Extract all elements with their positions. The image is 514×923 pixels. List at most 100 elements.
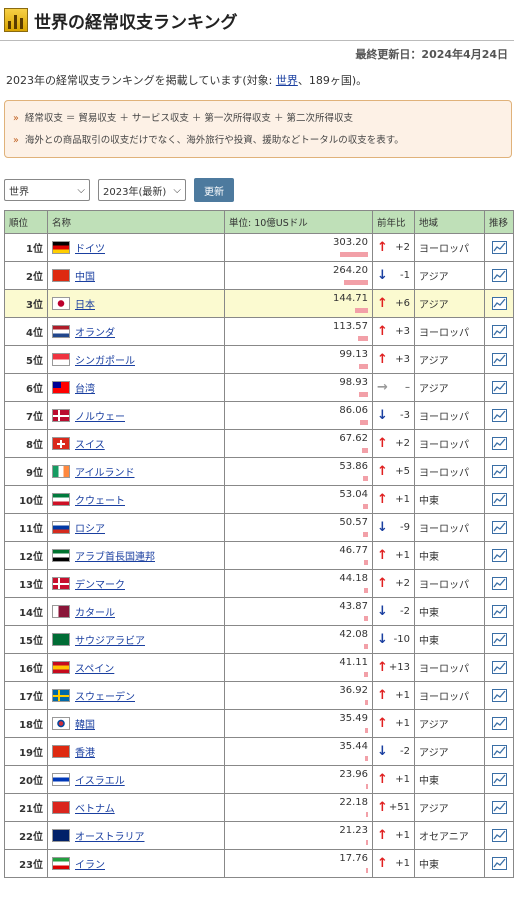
trend-chart-icon[interactable] [491,409,507,422]
flag-icon [52,773,70,786]
trend-chart-icon[interactable] [491,437,507,450]
country-link[interactable]: 日本 [75,300,95,311]
trend-chart-icon[interactable] [491,773,507,786]
change-value: +3 [395,354,410,365]
country-link[interactable]: スイス [75,440,105,451]
change-cell: ↑ +1 [372,849,415,878]
flag-icon [52,409,70,422]
trend-chart-icon[interactable] [491,605,507,618]
country-link[interactable]: デンマーク [75,580,125,591]
country-link[interactable]: イラン [75,860,105,871]
country-cell: オーストラリア [47,821,225,850]
country-link[interactable]: 香港 [75,748,95,759]
flag-icon [52,325,70,338]
col-change[interactable]: 前年比 [372,210,415,234]
col-region[interactable]: 地域 [414,210,485,234]
country-link[interactable]: オランダ [75,328,115,339]
trend-chart-icon[interactable] [491,577,507,590]
rank-cell: 12位 [4,541,48,570]
country-link[interactable]: オーストラリア [75,832,145,843]
value-cell: 144.71 [224,289,373,318]
region-cell: アジア [414,737,485,766]
change-value: -9 [400,522,410,533]
value-bar [363,476,368,481]
country-link[interactable]: ロシア [75,524,105,535]
trend-chart-icon[interactable] [491,493,507,506]
arrow-up-icon: ↑ [377,856,388,871]
trend-chart-icon[interactable] [491,633,507,646]
country-link[interactable]: スペイン [75,664,114,675]
country-link[interactable]: 韓国 [75,720,95,731]
value-bar [360,420,368,425]
trend-chart-icon[interactable] [491,353,507,366]
col-value[interactable]: 単位: 10億USドル [224,210,373,234]
change-value: +1 [395,718,410,729]
region-select[interactable]: 世界 ⌵ [4,179,90,201]
trend-chart-icon[interactable] [491,325,507,338]
country-link[interactable]: イスラエル [75,776,125,787]
rank-cell: 14位 [4,597,48,626]
country-cell: 香港 [47,737,225,766]
trend-chart-icon[interactable] [491,857,507,870]
country-link[interactable]: クウェート [75,496,125,507]
trend-chart-icon[interactable] [491,661,507,674]
country-link[interactable]: シンガポール [75,356,135,367]
rank-cell: 8位 [4,429,48,458]
country-link[interactable]: アイルランド [75,468,135,479]
rank-cell: 7位 [4,401,48,430]
country-link[interactable]: カタール [75,608,115,619]
trend-chart-icon[interactable] [491,801,507,814]
world-link[interactable]: 世界 [276,74,298,87]
trend-chart-icon[interactable] [491,381,507,394]
country-link[interactable]: 中国 [75,272,95,283]
trend-chart-icon[interactable] [491,549,507,562]
country-link[interactable]: 台湾 [75,384,95,395]
table-row: 16位 スペイン 41.11 ↑ +13 ヨーロッパ [4,653,514,682]
flag-icon [52,605,70,618]
table-row: 13位 デンマーク 44.18 ↑ +2 ヨーロッパ [4,569,514,598]
region-cell: 中東 [414,541,485,570]
trend-chart-icon[interactable] [491,829,507,842]
country-cell: 中国 [47,261,225,290]
change-value: +1 [395,830,410,841]
country-link[interactable]: ノルウェー [75,412,125,423]
table-header-row: 順位 名称 単位: 10億USドル 前年比 地域 推移 [4,210,514,234]
trend-chart-icon[interactable] [491,241,507,254]
arrow-down-icon: ↓ [377,632,388,647]
country-link[interactable]: アラブ首長国連邦 [75,552,155,563]
col-rank[interactable]: 順位 [4,210,48,234]
year-select[interactable]: 2023年(最新) ⌵ [98,179,186,201]
update-button[interactable]: 更新 [194,178,234,202]
trend-chart-icon[interactable] [491,465,507,478]
value-cell: 42.08 [224,625,373,654]
last-updated: 最終更新日：2024年4月24日 [355,48,508,61]
country-link[interactable]: サウジアラビア [75,636,145,647]
change-cell: ↑ +1 [372,681,415,710]
col-name[interactable]: 名称 [47,210,225,234]
value-bar [362,448,368,453]
trend-chart-icon[interactable] [491,269,507,282]
trend-cell [484,233,514,262]
table-row: 12位 アラブ首長国連邦 46.77 ↑ +1 中東 [4,541,514,570]
value-text: 23.96 [339,769,368,780]
rank-cell: 16位 [4,653,48,682]
trend-chart-icon[interactable] [491,717,507,730]
country-link[interactable]: スウェーデン [75,692,135,703]
trend-chart-icon[interactable] [491,745,507,758]
trend-cell [484,401,514,430]
trend-chart-icon[interactable] [491,297,507,310]
country-cell: サウジアラビア [47,625,225,654]
country-link[interactable]: ベトナム [75,804,115,815]
trend-chart-icon[interactable] [491,521,507,534]
trend-cell [484,849,514,878]
country-cell: カタール [47,597,225,626]
trend-chart-icon[interactable] [491,689,507,702]
country-link[interactable]: ドイツ [75,244,105,255]
country-cell: シンガポール [47,345,225,374]
value-text: 17.76 [339,853,368,864]
table-row: 2位 中国 264.20 ↓ -1 アジア [4,261,514,290]
arrow-up-icon: ↑ [377,352,388,367]
flag-icon [52,633,70,646]
region-cell: 中東 [414,625,485,654]
table-row: 7位 ノルウェー 86.06 ↓ -3 ヨーロッパ [4,401,514,430]
